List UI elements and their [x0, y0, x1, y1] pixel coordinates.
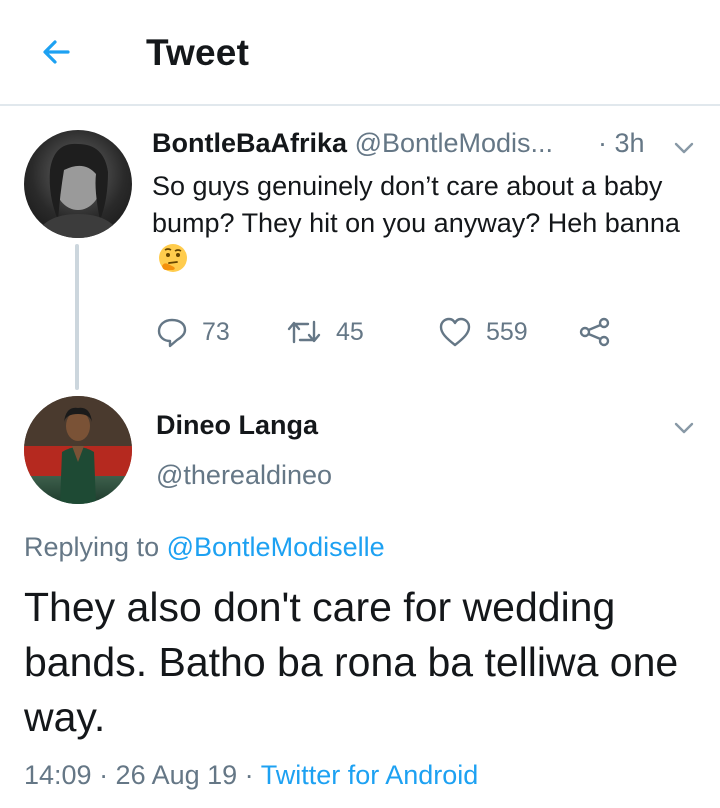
chevron-down-icon	[674, 422, 694, 434]
tweet-timestamp: 14:09 · 26 Aug 19 ·	[24, 760, 254, 790]
like-count: 559	[486, 317, 528, 346]
thinking-face-icon	[159, 244, 187, 272]
top-bar: Tweet	[0, 0, 720, 106]
avatar[interactable]	[24, 130, 132, 238]
tweet-meta: 14:09 · 26 Aug 19 · Twitter for Android	[24, 760, 478, 791]
tweet-text: So guys genuinely don’t care about a bab…	[152, 168, 692, 279]
avatar-photo	[24, 396, 132, 504]
tweet-menu-button[interactable]	[668, 412, 700, 444]
heart-icon	[439, 317, 471, 347]
user-handle[interactable]: @therealdineo	[156, 460, 332, 491]
page-title: Tweet	[146, 32, 250, 73]
replying-to-handle-link[interactable]: @BontleModiselle	[167, 532, 385, 562]
user-handle[interactable]: @BontleModis...	[355, 128, 554, 158]
tweet-source-link[interactable]: Twitter for Android	[261, 760, 479, 790]
display-name[interactable]: BontleBaAfrika	[152, 128, 347, 158]
arrow-left-icon	[43, 40, 70, 64]
display-name[interactable]: Dineo Langa	[156, 410, 318, 441]
like-button[interactable]: 559	[438, 310, 528, 354]
main-tweet-text: They also don't care for wedding bands. …	[24, 584, 679, 740]
retweet-button[interactable]: 45	[286, 310, 364, 354]
thread-connector	[75, 244, 79, 390]
chevron-down-icon	[674, 142, 694, 154]
tweet-actions: 73 45 559	[156, 310, 636, 354]
share-button[interactable]	[578, 310, 612, 354]
tweet-time: · 3h	[598, 128, 645, 158]
tweet-author[interactable]: BontleBaAfrika @BontleModis...	[152, 128, 553, 159]
replying-to: Replying to @BontleModiselle	[24, 532, 385, 563]
replying-to-label: Replying to	[24, 532, 160, 562]
reply-button[interactable]: 73	[156, 310, 230, 354]
avatar[interactable]	[24, 396, 132, 504]
retweet-icon	[287, 320, 321, 344]
tweet-menu-button[interactable]	[668, 132, 700, 164]
share-icon	[579, 317, 610, 347]
reply-icon	[157, 318, 187, 348]
avatar-photo	[34, 143, 122, 238]
retweet-count: 45	[336, 317, 364, 346]
tweet-text-body: So guys genuinely don’t care about a bab…	[152, 171, 680, 238]
reply-count: 73	[202, 317, 230, 346]
back-button[interactable]	[34, 30, 78, 74]
